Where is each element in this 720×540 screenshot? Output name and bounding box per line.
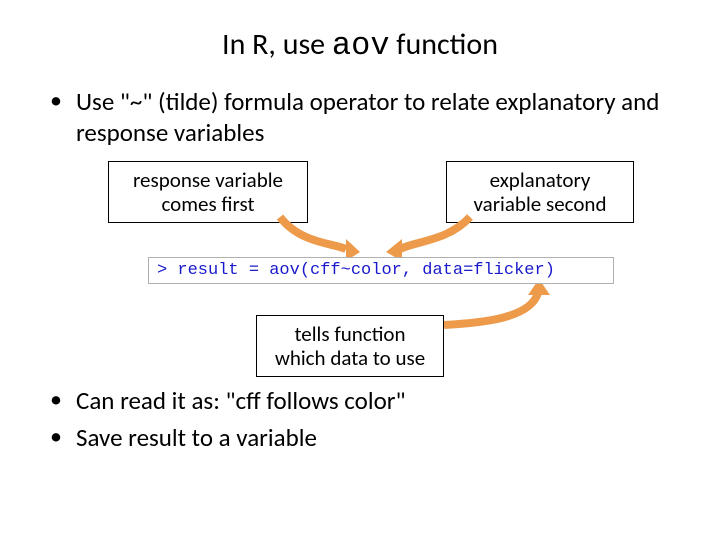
slide: In R, use aov function Use "~" (tilde) f…	[0, 0, 720, 540]
title-post: function	[390, 26, 498, 63]
code-cff: cff	[310, 261, 341, 280]
box-explanatory-l1: explanatory	[490, 167, 591, 193]
bullets-bottom: Can read it as: "cff follows color" Save…	[40, 385, 680, 454]
box-response-l1: response variable	[133, 167, 283, 193]
code-color: color	[351, 261, 402, 280]
code-close: )	[545, 261, 555, 280]
arrow-data-to-arg	[444, 293, 538, 325]
bullet-top-1: Use "~" (tilde) formula operator to rela…	[50, 86, 680, 149]
box-data-argument: tells function which data to use	[256, 315, 444, 377]
code-dataarg: data=flicker	[422, 261, 544, 280]
title-function-name: aov	[332, 27, 390, 64]
bullet-bottom-1: Can read it as: "cff follows color"	[50, 385, 680, 416]
box-explanatory-l2: variable second	[474, 191, 607, 217]
box-data-l2: which data to use	[275, 345, 425, 371]
slide-title: In R, use aov function	[40, 26, 680, 64]
code-prompt: >	[157, 261, 177, 280]
code-sep: ,	[402, 261, 422, 280]
code-line: > result = aov(cff~color, data=flicker)	[148, 257, 614, 284]
diagram: response variable comes first explanator…	[40, 157, 680, 385]
box-response-variable: response variable comes first	[108, 161, 308, 223]
bullet-bottom-2: Save result to a variable	[50, 422, 680, 453]
code-lhs: result = aov(	[177, 261, 310, 280]
box-response-l2: comes first	[161, 191, 254, 217]
box-explanatory-variable: explanatory variable second	[446, 161, 634, 223]
title-pre: In R, use	[222, 26, 332, 63]
bullets-top: Use "~" (tilde) formula operator to rela…	[40, 86, 680, 149]
code-tilde: ~	[341, 261, 351, 280]
box-data-l1: tells function	[294, 321, 405, 347]
